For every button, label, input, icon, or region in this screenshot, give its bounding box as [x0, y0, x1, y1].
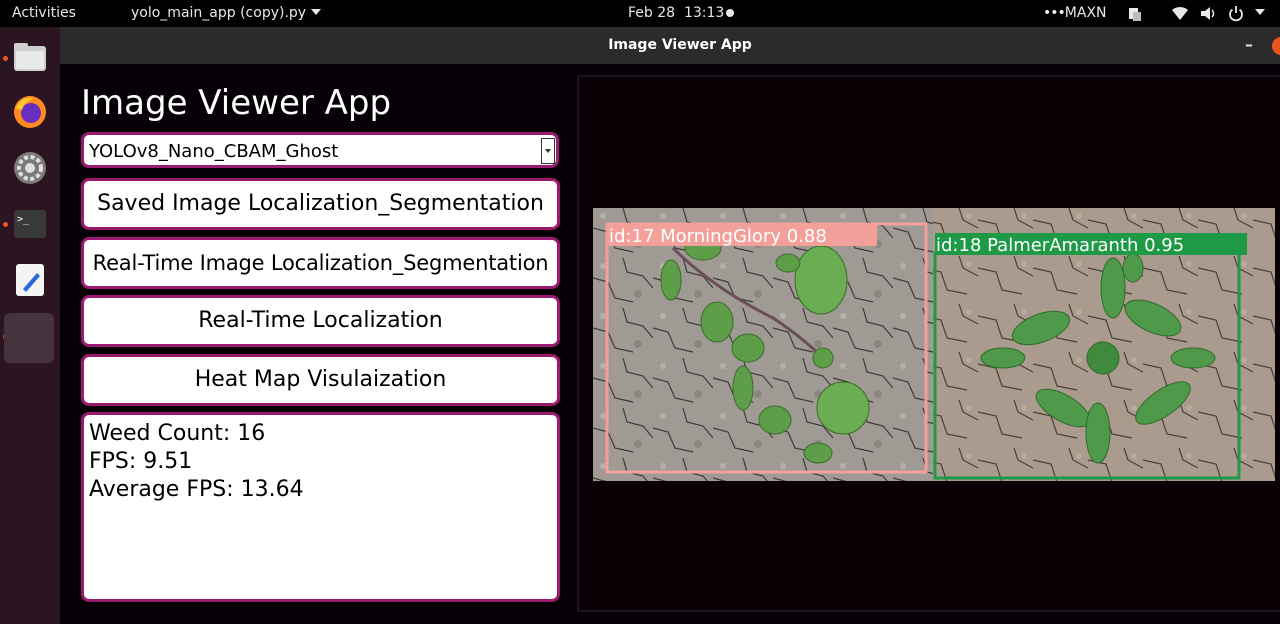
dock-files[interactable] [8, 35, 52, 79]
window-titlebar[interactable]: Image Viewer App – [60, 27, 1280, 64]
top-bar: Activities yolo_main_app (copy).py Feb 2… [0, 0, 1280, 27]
chevron-down-icon [311, 9, 322, 15]
page-title: Image Viewer App [81, 83, 392, 123]
realtime-localization-button[interactable]: Real-Time Localization [81, 295, 560, 347]
wifi-icon[interactable] [1171, 5, 1189, 22]
dock-settings[interactable] [8, 146, 52, 190]
clipboard-icon[interactable] [1128, 5, 1142, 22]
power-icon[interactable] [1228, 5, 1244, 22]
saved-image-segmentation-button[interactable]: Saved Image Localization_Segmentation [81, 178, 560, 230]
clock[interactable]: Feb 28 13:13 [628, 5, 724, 21]
bbox-label-palmeramaranth: id:18 PalmerAmaranth 0.95 [936, 235, 1184, 256]
dock-running-app[interactable] [4, 313, 54, 363]
stats-panel: Weed Count: 16 FPS: 9.51 Average FPS: 13… [81, 412, 560, 602]
system-menu-caret[interactable] [1255, 5, 1265, 21]
bbox-label-morningglory: id:17 MorningGlory 0.88 [609, 226, 827, 247]
activities-button[interactable]: Activities [12, 5, 76, 21]
average-fps-value: Average FPS: 13.64 [89, 477, 304, 502]
terminal-icon: >_ [14, 210, 46, 238]
chevron-down-icon [1255, 9, 1265, 15]
chevron-down-icon[interactable] [541, 138, 555, 164]
more-dots-icon: ••• [1043, 5, 1066, 21]
app-menu-label: yolo_main_app (copy).py [131, 5, 307, 21]
heatmap-button[interactable]: Heat Map Visulaization [81, 354, 560, 406]
clock-time: 13:13 [683, 5, 725, 21]
settings-icon [14, 152, 46, 184]
image-viewer: id:17 MorningGlory 0.88 id:18 PalmerAmar… [577, 75, 1280, 612]
dock-text-editor[interactable] [8, 258, 52, 302]
clock-date: Feb 28 [628, 5, 676, 21]
minimize-icon: – [1245, 35, 1253, 54]
model-select[interactable]: YOLOv8_Nano_CBAM_Ghost [81, 132, 559, 168]
minimize-button[interactable]: – [1242, 35, 1256, 55]
model-select-value: YOLOv8_Nano_CBAM_Ghost [89, 141, 339, 162]
svg-text:>_: >_ [17, 214, 30, 225]
files-icon [14, 43, 46, 71]
detection-image: id:17 MorningGlory 0.88 id:18 PalmerAmar… [593, 208, 1275, 481]
dock: >_ [0, 27, 60, 624]
weed-count: Weed Count: 16 [89, 421, 266, 446]
running-app-icon [28, 337, 30, 339]
window-title: Image Viewer App [608, 37, 752, 53]
app-window: Image Viewer App – Image Viewer App YOLO… [60, 27, 1280, 624]
power-mode-indicator[interactable]: •••MAXN [1043, 5, 1107, 21]
dock-terminal[interactable]: >_ [8, 202, 52, 246]
fps-value: FPS: 9.51 [89, 449, 193, 474]
text-editor-icon [16, 264, 44, 296]
app-menu[interactable]: yolo_main_app (copy).py [131, 5, 322, 21]
notification-dot-icon [726, 9, 734, 17]
volume-icon[interactable] [1200, 5, 1218, 22]
power-mode-label: MAXN [1064, 5, 1107, 21]
firefox-icon [14, 96, 46, 128]
dock-firefox[interactable] [8, 90, 52, 134]
realtime-segmentation-button[interactable]: Real-Time Image Localization_Segmentatio… [81, 237, 560, 289]
